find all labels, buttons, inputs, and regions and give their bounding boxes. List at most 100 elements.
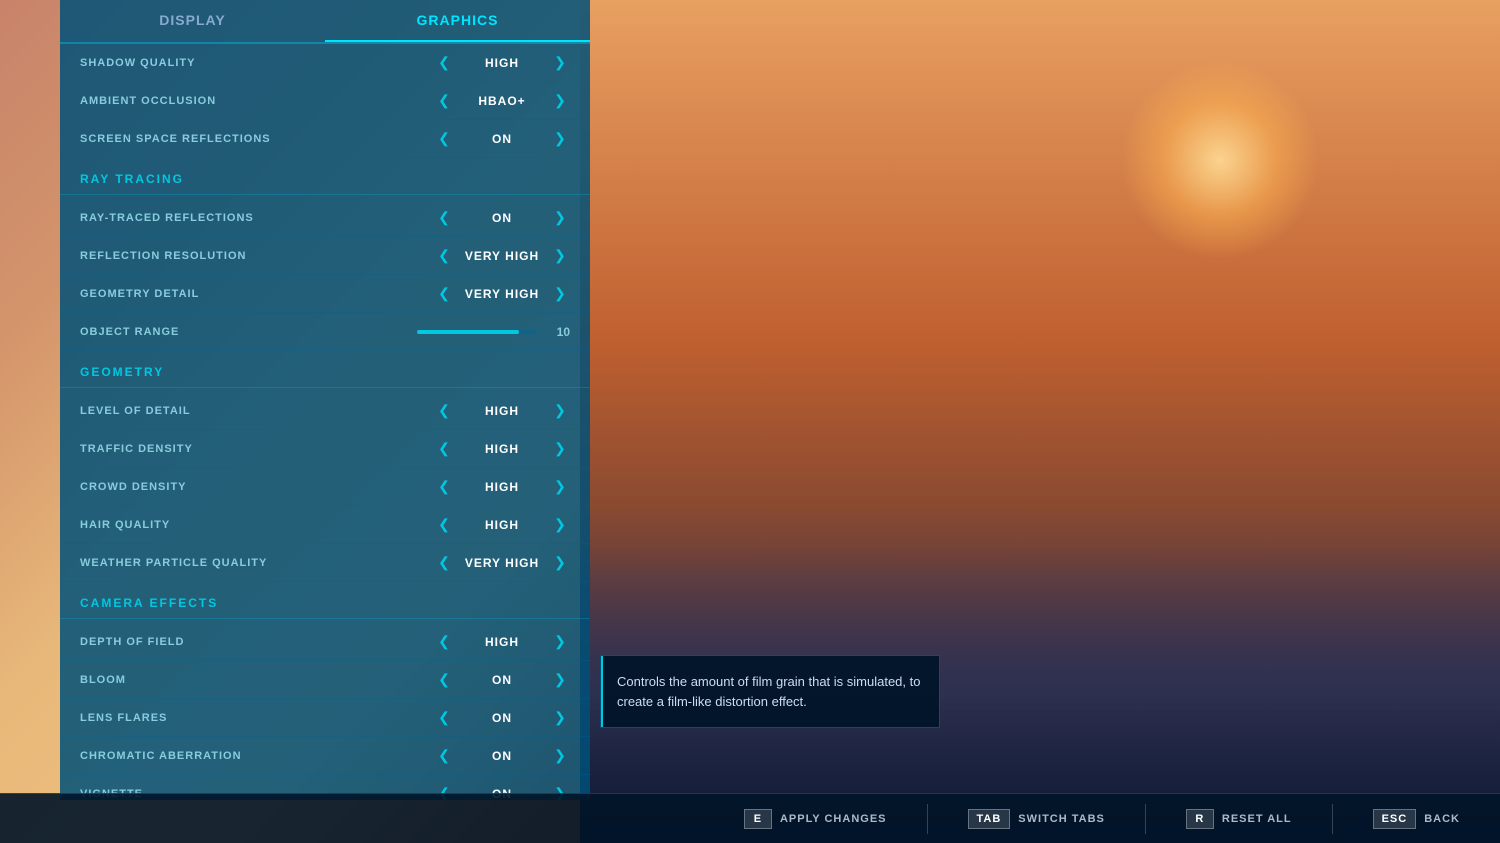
geometry-detail-prev[interactable]: ❮ bbox=[434, 285, 454, 302]
crowd-density-prev[interactable]: ❮ bbox=[434, 478, 454, 495]
bloom-prev[interactable]: ❮ bbox=[434, 671, 454, 688]
back-action[interactable]: ESC BACK bbox=[1373, 809, 1460, 829]
reflection-resolution-prev[interactable]: ❮ bbox=[434, 247, 454, 264]
level-of-detail-control: ❮ HIGH ❯ bbox=[434, 402, 570, 419]
ambient-occlusion-value: HBAO+ bbox=[462, 94, 542, 108]
bloom-control: ❮ ON ❯ bbox=[434, 671, 570, 688]
crowd-density-next[interactable]: ❯ bbox=[550, 478, 570, 495]
setting-depth-of-field: DEPTH OF FIELD ❮ HIGH ❯ bbox=[60, 623, 590, 661]
lens-flares-value: ON bbox=[462, 711, 542, 725]
tabs-container: DISPLAY GRAPHICS bbox=[60, 0, 590, 44]
setting-screen-space-reflections: SCREEN SPACE REFLECTIONS ❮ ON ❯ bbox=[60, 120, 590, 158]
depth-of-field-control: ❮ HIGH ❯ bbox=[434, 633, 570, 650]
traffic-density-next[interactable]: ❯ bbox=[550, 440, 570, 457]
setting-lens-flares: LENS FLARES ❮ ON ❯ bbox=[60, 699, 590, 737]
screen-space-reflections-prev[interactable]: ❮ bbox=[434, 130, 454, 147]
reset-all-label: RESET ALL bbox=[1222, 813, 1292, 825]
traffic-density-control: ❮ HIGH ❯ bbox=[434, 440, 570, 457]
settings-content[interactable]: SHADOW QUALITY ❮ HIGH ❯ AMBIENT OCCLUSIO… bbox=[60, 44, 590, 800]
reflection-resolution-label: REFLECTION RESOLUTION bbox=[80, 250, 434, 262]
shadow-quality-prev[interactable]: ❮ bbox=[434, 54, 454, 71]
crowd-density-value: HIGH bbox=[462, 480, 542, 494]
back-label: BACK bbox=[1424, 813, 1460, 825]
geometry-detail-label: GEOMETRY DETAIL bbox=[80, 288, 434, 300]
setting-bloom: BLOOM ❮ ON ❯ bbox=[60, 661, 590, 699]
tooltip-box: Controls the amount of film grain that i… bbox=[600, 655, 940, 728]
hair-quality-prev[interactable]: ❮ bbox=[434, 516, 454, 533]
object-range-label: OBJECT RANGE bbox=[80, 326, 417, 338]
apply-label: APPLY CHANGES bbox=[780, 813, 887, 825]
object-range-track[interactable] bbox=[417, 330, 537, 334]
hair-quality-value: HIGH bbox=[462, 518, 542, 532]
setting-chromatic-aberration: CHROMATIC ABERRATION ❮ ON ❯ bbox=[60, 737, 590, 775]
ray-traced-reflections-next[interactable]: ❯ bbox=[550, 209, 570, 226]
level-of-detail-value: HIGH bbox=[462, 404, 542, 418]
screen-space-reflections-value: ON bbox=[462, 132, 542, 146]
weather-particle-quality-control: ❮ VERY HIGH ❯ bbox=[434, 554, 570, 571]
object-range-control: 10 bbox=[417, 325, 570, 339]
depth-of-field-prev[interactable]: ❮ bbox=[434, 633, 454, 650]
chromatic-aberration-value: ON bbox=[462, 749, 542, 763]
setting-ray-traced-reflections: RAY-TRACED REFLECTIONS ❮ ON ❯ bbox=[60, 199, 590, 237]
screen-space-reflections-next[interactable]: ❯ bbox=[550, 130, 570, 147]
level-of-detail-label: LEVEL OF DETAIL bbox=[80, 405, 434, 417]
bloom-label: BLOOM bbox=[80, 674, 434, 686]
bloom-value: ON bbox=[462, 673, 542, 687]
depth-of-field-next[interactable]: ❯ bbox=[550, 633, 570, 650]
bloom-next[interactable]: ❯ bbox=[550, 671, 570, 688]
depth-of-field-value: HIGH bbox=[462, 635, 542, 649]
shadow-quality-value: HIGH bbox=[462, 56, 542, 70]
ray-traced-reflections-value: ON bbox=[462, 211, 542, 225]
chromatic-aberration-prev[interactable]: ❮ bbox=[434, 747, 454, 764]
setting-shadow-quality: SHADOW QUALITY ❮ HIGH ❯ bbox=[60, 44, 590, 82]
bottom-bar: E APPLY CHANGES TAB SWITCH TABS R RESET … bbox=[0, 793, 1500, 843]
ray-traced-reflections-prev[interactable]: ❮ bbox=[434, 209, 454, 226]
shadow-quality-next[interactable]: ❯ bbox=[550, 54, 570, 71]
ray-traced-reflections-control: ❮ ON ❯ bbox=[434, 209, 570, 226]
back-key-badge: ESC bbox=[1373, 809, 1417, 829]
ambient-occlusion-next[interactable]: ❯ bbox=[550, 92, 570, 109]
apply-changes-action: E APPLY CHANGES bbox=[744, 809, 887, 829]
chromatic-aberration-control: ❮ ON ❯ bbox=[434, 747, 570, 764]
level-of-detail-next[interactable]: ❯ bbox=[550, 402, 570, 419]
hair-quality-next[interactable]: ❯ bbox=[550, 516, 570, 533]
setting-weather-particle-quality: WEATHER PARTICLE QUALITY ❮ VERY HIGH ❯ bbox=[60, 544, 590, 582]
ambient-occlusion-prev[interactable]: ❮ bbox=[434, 92, 454, 109]
level-of-detail-prev[interactable]: ❮ bbox=[434, 402, 454, 419]
lens-flares-next[interactable]: ❯ bbox=[550, 709, 570, 726]
setting-crowd-density: CROWD DENSITY ❮ HIGH ❯ bbox=[60, 468, 590, 506]
chromatic-aberration-next[interactable]: ❯ bbox=[550, 747, 570, 764]
traffic-density-label: TRAFFIC DENSITY bbox=[80, 443, 434, 455]
reset-all-action[interactable]: R RESET ALL bbox=[1186, 809, 1292, 829]
hair-quality-label: HAIR QUALITY bbox=[80, 519, 434, 531]
chromatic-aberration-label: CHROMATIC ABERRATION bbox=[80, 750, 434, 762]
ambient-occlusion-label: AMBIENT OCCLUSION bbox=[80, 95, 434, 107]
traffic-density-value: HIGH bbox=[462, 442, 542, 456]
geometry-detail-next[interactable]: ❯ bbox=[550, 285, 570, 302]
screen-space-reflections-label: SCREEN SPACE REFLECTIONS bbox=[80, 133, 434, 145]
separator-2 bbox=[1145, 804, 1146, 834]
section-geometry: GEOMETRY bbox=[60, 351, 590, 388]
hair-quality-control: ❮ HIGH ❯ bbox=[434, 516, 570, 533]
ambient-occlusion-control: ❮ HBAO+ ❯ bbox=[434, 92, 570, 109]
reset-all-key-badge: R bbox=[1186, 809, 1214, 829]
weather-particle-quality-value: VERY HIGH bbox=[462, 556, 542, 570]
weather-particle-quality-label: WEATHER PARTICLE QUALITY bbox=[80, 557, 434, 569]
crowd-density-label: CROWD DENSITY bbox=[80, 481, 434, 493]
tab-display[interactable]: DISPLAY bbox=[60, 0, 325, 42]
reflection-resolution-control: ❮ VERY HIGH ❯ bbox=[434, 247, 570, 264]
section-ray-tracing: RAY TRACING bbox=[60, 158, 590, 195]
switch-tabs-label: SWITCH TABS bbox=[1018, 813, 1105, 825]
weather-particle-quality-prev[interactable]: ❮ bbox=[434, 554, 454, 571]
tab-graphics[interactable]: GRAPHICS bbox=[325, 0, 590, 42]
weather-particle-quality-next[interactable]: ❯ bbox=[550, 554, 570, 571]
crowd-density-control: ❮ HIGH ❯ bbox=[434, 478, 570, 495]
lens-flares-prev[interactable]: ❮ bbox=[434, 709, 454, 726]
apply-key-badge: E bbox=[744, 809, 772, 829]
object-range-fill bbox=[417, 330, 519, 334]
shadow-quality-control: ❮ HIGH ❯ bbox=[434, 54, 570, 71]
reflection-resolution-next[interactable]: ❯ bbox=[550, 247, 570, 264]
setting-geometry-detail: GEOMETRY DETAIL ❮ VERY HIGH ❯ bbox=[60, 275, 590, 313]
ray-traced-reflections-label: RAY-TRACED REFLECTIONS bbox=[80, 212, 434, 224]
traffic-density-prev[interactable]: ❮ bbox=[434, 440, 454, 457]
